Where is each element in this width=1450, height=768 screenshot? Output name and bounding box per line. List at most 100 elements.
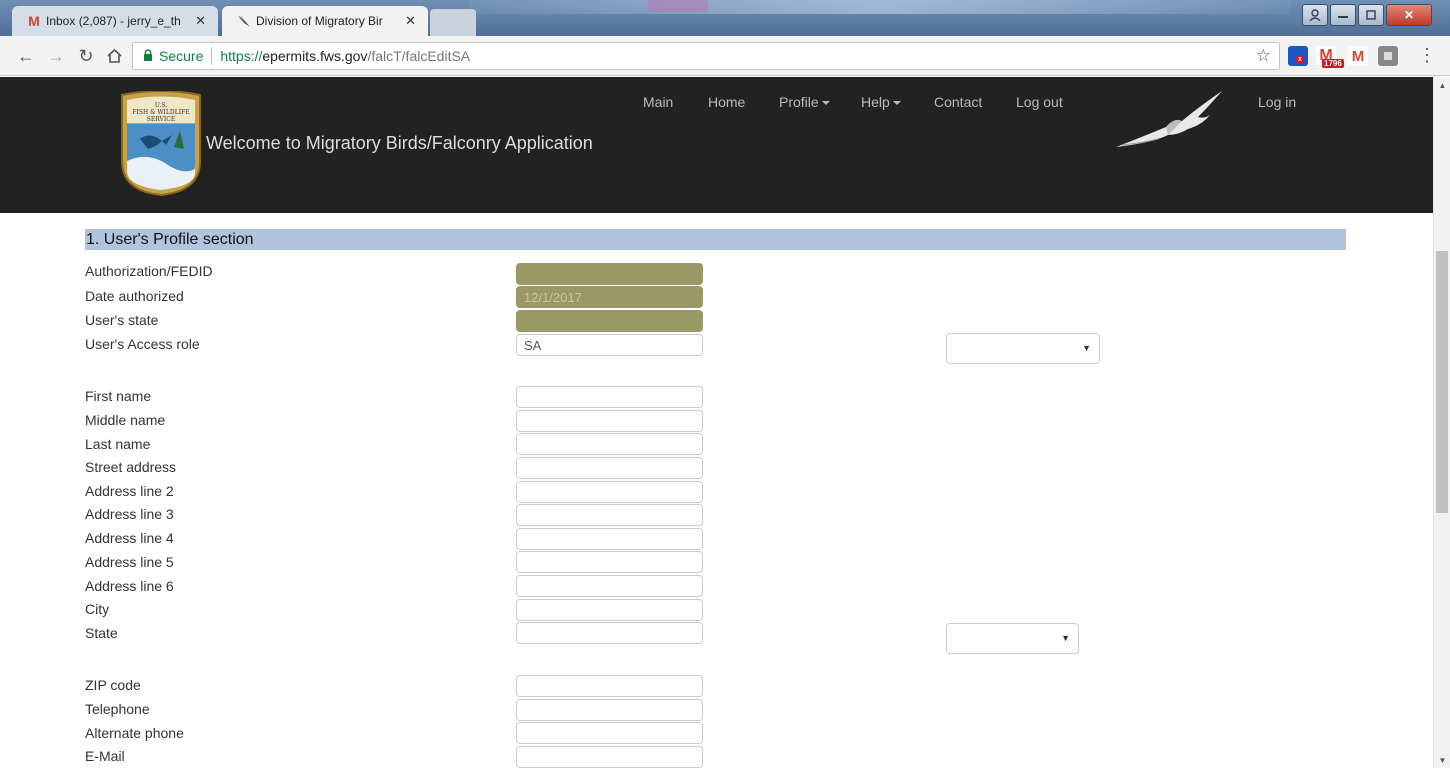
authorization-label: Authorization/FEDID	[85, 263, 213, 279]
new-tab-button[interactable]	[430, 9, 476, 36]
access-role-select[interactable]: ▼	[946, 333, 1100, 364]
svg-text:SERVICE: SERVICE	[147, 116, 175, 123]
telephone-label: Telephone	[85, 701, 150, 717]
zip-code-input[interactable]	[516, 675, 703, 697]
nav-contact[interactable]: Contact	[934, 94, 982, 110]
date-authorized-label: Date authorized	[85, 288, 184, 304]
fws-logo-icon: U.S. FISH & WILDLIFE SERVICE	[121, 91, 201, 197]
reload-icon[interactable]: ↻	[74, 44, 98, 68]
middle-name-input[interactable]	[516, 410, 703, 432]
nav-login[interactable]: Log in	[1258, 94, 1296, 110]
nav-help-dropdown[interactable]: Help	[861, 94, 901, 110]
address-line-3-input[interactable]	[516, 504, 703, 526]
state-input[interactable]	[516, 622, 703, 644]
close-window-icon[interactable]: ✕	[1386, 4, 1432, 26]
titlebar-glow	[648, 0, 708, 12]
address-separator	[211, 47, 213, 65]
address-line-6-label: Address line 6	[85, 578, 174, 594]
maximize-icon[interactable]	[1358, 4, 1384, 26]
gmail-checker-icon[interactable]: M	[1348, 46, 1368, 66]
address-line-2-label: Address line 2	[85, 483, 174, 499]
chrome-menu-icon[interactable]: ⋮	[1418, 45, 1436, 66]
bookmark-star-icon[interactable]: ☆	[1256, 46, 1271, 66]
nav-profile-dropdown[interactable]: Profile	[779, 94, 830, 110]
url-host: epermits.fws.gov	[262, 48, 368, 64]
back-arrow-icon[interactable]: ←	[14, 44, 38, 68]
access-role-input[interactable]	[516, 334, 703, 356]
dropdown-arrow-icon: ▼	[1061, 633, 1070, 643]
svg-text:U.S.: U.S.	[155, 102, 167, 109]
home-icon[interactable]	[102, 44, 126, 68]
gmail-count-badge: 1796	[1322, 59, 1344, 68]
svg-text:FISH & WILDLIFE: FISH & WILDLIFE	[132, 109, 189, 116]
state-select[interactable]: ▼	[946, 623, 1079, 654]
last-name-input[interactable]	[516, 433, 703, 455]
street-address-input[interactable]	[516, 457, 703, 479]
address-line-5-input[interactable]	[516, 551, 703, 573]
scroll-down-icon[interactable]: ▼	[1434, 752, 1450, 768]
users-state-input	[516, 310, 703, 332]
email-label: E-Mail	[85, 748, 125, 764]
secure-label: Secure	[159, 48, 204, 64]
gmail-extension-icon[interactable]: M 1796	[1316, 46, 1344, 68]
first-name-label: First name	[85, 388, 152, 404]
browser-tab-migratory-birds[interactable]: Division of Migratory Bir ✕	[222, 6, 428, 36]
access-role-label: User's Access role	[85, 336, 200, 352]
minimize-icon[interactable]	[1330, 4, 1356, 26]
city-input[interactable]	[516, 599, 703, 621]
extension-square-icon[interactable]	[1378, 46, 1398, 66]
tab-title: Division of Migratory Bir	[256, 14, 383, 28]
nav-profile-label: Profile	[779, 94, 819, 110]
telephone-input[interactable]	[516, 699, 703, 721]
zip-code-label: ZIP code	[85, 677, 141, 693]
browser-toolbar: ← → ↻ Secure https://epermits.fws.gov/fa…	[0, 36, 1450, 76]
scrollbar-thumb[interactable]	[1436, 251, 1448, 513]
close-icon[interactable]: ✕	[405, 13, 416, 29]
nav-home[interactable]: Home	[708, 94, 745, 110]
dropdown-arrow-icon: ▼	[1082, 343, 1091, 353]
address-line-4-label: Address line 4	[85, 530, 174, 546]
address-line-2-input[interactable]	[516, 481, 703, 503]
nav-logout[interactable]: Log out	[1016, 94, 1063, 110]
tab-title: Inbox (2,087) - jerry_e_th	[46, 14, 181, 28]
url-protocol: https://	[220, 48, 263, 64]
middle-name-label: Middle name	[85, 412, 166, 428]
authorization-input	[516, 263, 703, 285]
close-icon[interactable]: ✕	[195, 13, 206, 29]
page-scrollbar[interactable]: ▲ ▼	[1433, 77, 1450, 768]
address-line-5-label: Address line 5	[85, 554, 174, 570]
user-profile-icon[interactable]	[1302, 4, 1328, 26]
address-line-3-label: Address line 3	[85, 506, 174, 522]
forward-arrow-icon[interactable]: →	[44, 44, 68, 68]
alternate-phone-label: Alternate phone	[85, 725, 184, 741]
alternate-phone-input[interactable]	[516, 722, 703, 744]
window-controls: ✕	[1300, 4, 1432, 26]
caret-down-icon	[821, 101, 830, 106]
first-name-input[interactable]	[516, 386, 703, 408]
users-state-label: User's state	[85, 312, 159, 328]
date-authorized-input	[516, 286, 703, 308]
nav-main[interactable]: Main	[643, 94, 673, 110]
site-header: U.S. FISH & WILDLIFE SERVICE Welcome to …	[0, 77, 1433, 213]
lock-icon	[143, 48, 153, 64]
caret-down-icon	[892, 101, 901, 106]
titlebar-glow	[470, 0, 1290, 14]
last-name-label: Last name	[85, 436, 151, 452]
bird-favicon-icon	[236, 13, 252, 29]
browser-tabstrip: M Inbox (2,087) - jerry_e_th ✕ Division …	[0, 0, 1450, 36]
extension-icon[interactable]: x	[1288, 46, 1308, 66]
browser-tab-inbox[interactable]: M Inbox (2,087) - jerry_e_th ✕	[12, 6, 218, 36]
gmail-icon: M	[28, 13, 40, 29]
street-address-label: Street address	[85, 459, 177, 475]
scroll-up-icon[interactable]: ▲	[1434, 77, 1450, 93]
email-input[interactable]	[516, 746, 703, 768]
address-line-6-input[interactable]	[516, 575, 703, 597]
state-label: State	[85, 625, 118, 641]
welcome-title: Welcome to Migratory Birds/Falconry Appl…	[206, 133, 593, 153]
falcon-illustration-icon	[1116, 91, 1222, 147]
address-bar[interactable]: Secure https://epermits.fws.gov/falcT/fa…	[132, 42, 1280, 70]
address-line-4-input[interactable]	[516, 528, 703, 550]
section-title-bar: 1. User's Profile section	[85, 229, 1346, 250]
city-label: City	[85, 601, 110, 617]
nav-help-label: Help	[861, 94, 890, 110]
